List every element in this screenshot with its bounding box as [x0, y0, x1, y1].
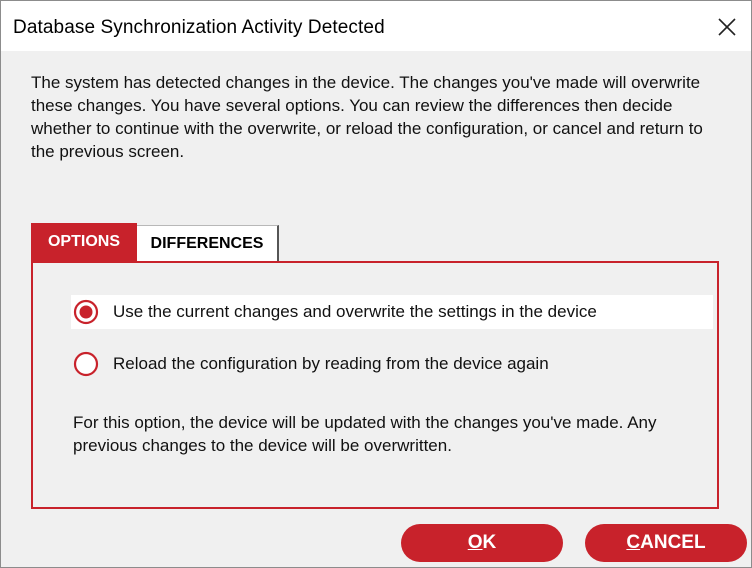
cancel-button-label: CANCEL	[626, 532, 706, 553]
close-icon	[718, 18, 736, 36]
tab-bar: OPTIONS DIFFERENCES	[31, 223, 279, 261]
close-button[interactable]	[713, 13, 741, 41]
ok-button-label: OK	[467, 532, 497, 553]
option-reload-label: Reload the configuration by reading from…	[113, 354, 549, 373]
tab-options[interactable]: OPTIONS	[31, 223, 137, 261]
option-reload[interactable]: Reload the configuration by reading from…	[71, 347, 549, 381]
option-overwrite[interactable]: Use the current changes and overwrite th…	[71, 295, 713, 329]
options-panel: Use the current changes and overwrite th…	[31, 261, 719, 509]
sync-dialog: Database Synchronization Activity Detect…	[0, 0, 752, 568]
ok-button[interactable]: OK	[401, 524, 563, 562]
dialog-title: Database Synchronization Activity Detect…	[13, 17, 385, 38]
title-bar: Database Synchronization Activity Detect…	[1, 1, 751, 51]
option-note: For this option, the device will be upda…	[73, 413, 657, 455]
tab-differences[interactable]: DIFFERENCES	[137, 225, 279, 261]
radio-unselected-icon[interactable]	[73, 351, 99, 377]
option-overwrite-label: Use the current changes and overwrite th…	[113, 302, 597, 321]
cancel-button[interactable]: CANCEL	[585, 524, 747, 562]
description-text: The system has detected changes in the d…	[31, 73, 703, 161]
radio-selected-icon[interactable]	[73, 299, 99, 325]
